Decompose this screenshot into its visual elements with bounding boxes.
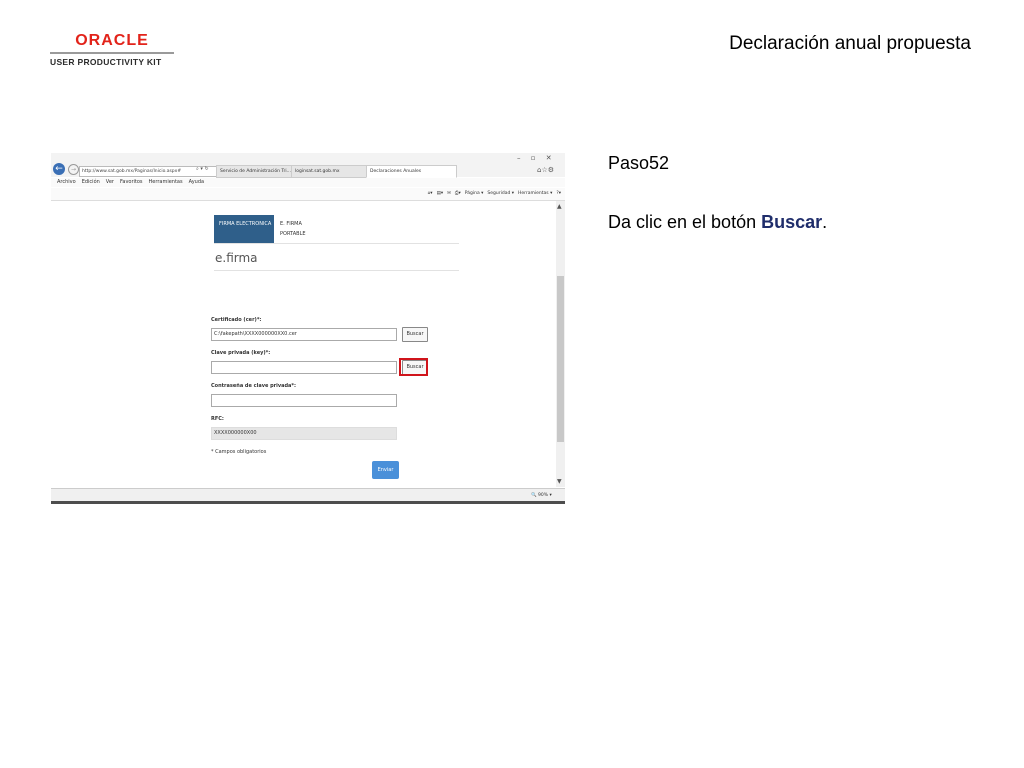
- menu-favoritos[interactable]: Favoritos: [120, 179, 143, 185]
- menu-edicion[interactable]: Edición: [82, 179, 100, 185]
- print-icon[interactable]: ⎙▾: [455, 191, 461, 196]
- scroll-up-icon[interactable]: ▲: [557, 203, 562, 210]
- forward-arrow-icon[interactable]: →: [68, 164, 79, 175]
- scroll-down-icon[interactable]: ▼: [557, 478, 562, 485]
- instruction-prefix: Da clic en el botón: [608, 212, 762, 232]
- oracle-upk-logo: ORACLE USER PRODUCTIVITY KIT: [50, 32, 174, 67]
- upk-subtitle: USER PRODUCTIVITY KIT: [50, 57, 162, 67]
- password-input[interactable]: [211, 394, 397, 407]
- window-controls[interactable]: – ▫ ✕: [517, 154, 552, 162]
- highlight-box: [399, 358, 428, 376]
- rfc-label: RFC:: [211, 416, 224, 422]
- scroll-thumb[interactable]: [557, 276, 564, 442]
- zoom-level[interactable]: 🔍 90% ▾: [531, 489, 552, 501]
- password-label: Contraseña de clave privada*:: [211, 383, 297, 389]
- page-title: Declaración anual propuesta: [729, 33, 971, 54]
- menu-herramientas[interactable]: Herramientas: [149, 179, 183, 185]
- efirma-title: e.firma: [215, 251, 258, 265]
- key-file-input[interactable]: [211, 361, 397, 374]
- help-icon[interactable]: ?▾: [556, 191, 561, 196]
- instruction-suffix: .: [822, 212, 828, 232]
- cmd-pagina[interactable]: Página ▾: [465, 191, 484, 196]
- cert-label: Certificado (cer)*:: [211, 317, 262, 323]
- home-icon[interactable]: ⌂▾: [427, 191, 432, 196]
- menu-ayuda[interactable]: Ayuda: [189, 179, 204, 185]
- key-label: Clave privada (key)*:: [211, 350, 271, 356]
- cmd-seguridad[interactable]: Seguridad ▾: [487, 191, 514, 196]
- vertical-scrollbar[interactable]: ▲ ▼: [556, 201, 565, 487]
- command-bar: ⌂▾ ▤▾ ✉ ⎙▾ Página ▾ Seguridad ▾ Herramientas ▾…: [51, 188, 565, 201]
- buscar-cert-button[interactable]: Buscar: [402, 327, 428, 342]
- cmd-herramientas[interactable]: Herramientas ▾: [518, 191, 552, 196]
- menu-ver[interactable]: Ver: [106, 179, 114, 185]
- tab-efirma-portable[interactable]: E. FIRMA PORTABLE: [280, 219, 326, 239]
- mail-icon[interactable]: ✉: [447, 191, 451, 196]
- divider: [214, 243, 459, 244]
- tab-declaraciones-anuales[interactable]: Declaraciones Anuales: [366, 165, 457, 178]
- instruction-bold-target: Buscar: [761, 212, 823, 232]
- browser-screenshot: ← → http://www.sat.gob.mx/Paginas/Inicio…: [51, 153, 565, 504]
- oracle-wordmark: ORACLE: [75, 32, 149, 49]
- page-content: FIRMA ELECTRONICA E. FIRMA PORTABLE e.fi…: [51, 201, 555, 487]
- divider: [214, 270, 459, 271]
- enviar-button[interactable]: Enviar: [372, 461, 399, 479]
- tab-login-sat[interactable]: loginsat.sat.gob.mx: [291, 165, 370, 178]
- logo-rule: [50, 52, 174, 54]
- step-number: Paso52: [608, 153, 670, 173]
- menu-archivo[interactable]: Archivo: [57, 179, 76, 185]
- rfc-readonly-field: XXXX000000X00: [211, 427, 397, 440]
- feeds-icon[interactable]: ▤▾: [437, 191, 444, 196]
- tab-firma-electronica[interactable]: FIRMA ELECTRONICA: [214, 215, 274, 243]
- zoom-value: 90%: [538, 493, 549, 498]
- required-note: * Campos obligatorios: [211, 449, 267, 455]
- browser-titlebar: ← → http://www.sat.gob.mx/Paginas/Inicio…: [51, 153, 565, 178]
- cert-file-input[interactable]: C:\fakepath\XXXX000000XX0.cer: [211, 328, 397, 341]
- home-star-gear-icons[interactable]: ⌂☆⚙: [537, 166, 554, 174]
- status-bar: 🔍 90% ▾: [51, 488, 565, 501]
- back-arrow-icon[interactable]: ←: [53, 163, 65, 175]
- step-instruction: Da clic en el botón Buscar.: [608, 212, 827, 233]
- menu-bar: Archivo Edición Ver Favoritos Herramientas Ay…: [51, 178, 565, 187]
- tab-sat-service[interactable]: Servicio de Administración Tri...: [216, 165, 295, 178]
- address-search-icon[interactable]: ⌕ ▾ ↻: [196, 166, 209, 172]
